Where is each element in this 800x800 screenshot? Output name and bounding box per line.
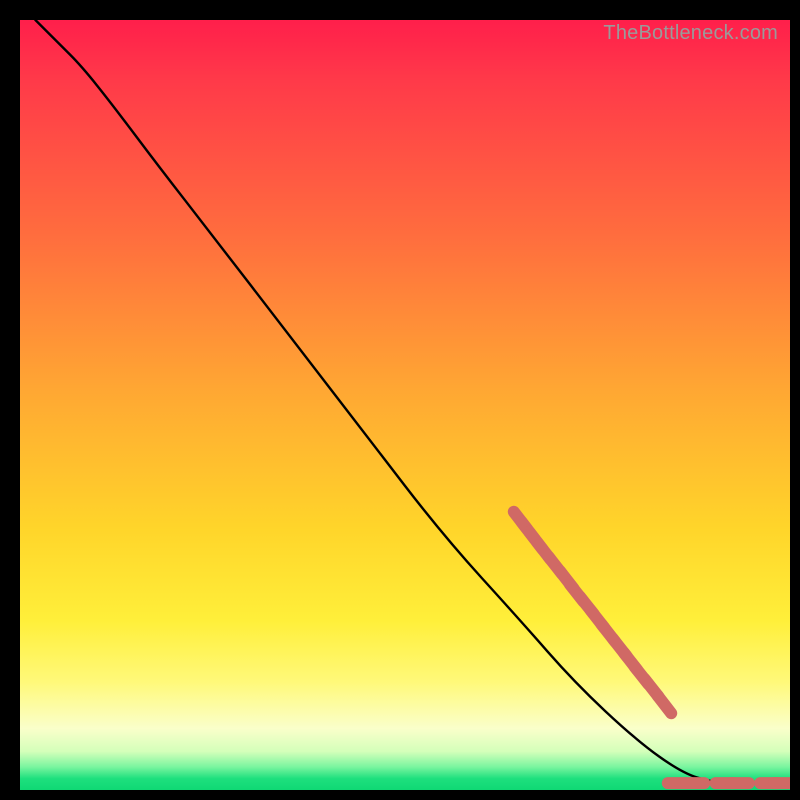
plot-area: TheBottleneck.com <box>20 20 790 790</box>
chart-stage: TheBottleneck.com <box>0 0 800 800</box>
gradient-background <box>20 20 790 790</box>
watermark-text: TheBottleneck.com <box>603 22 778 45</box>
